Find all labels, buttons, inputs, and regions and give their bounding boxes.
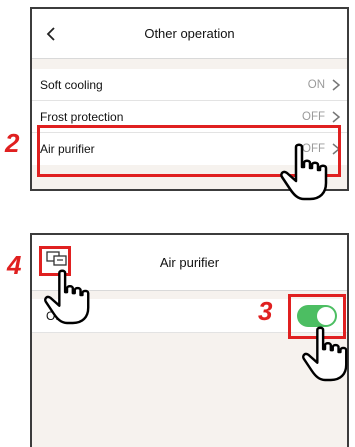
list-item-soft-cooling[interactable]: Soft cooling ON <box>32 69 347 101</box>
pointing-hand-icon <box>280 143 328 201</box>
page-title: Other operation <box>144 26 235 41</box>
step-number-2: 2 <box>5 128 20 158</box>
chevron-right-icon <box>332 111 341 123</box>
pointing-hand-icon <box>44 269 90 325</box>
pointing-hand-icon <box>302 326 348 382</box>
step-number-3: 3 <box>258 296 273 326</box>
screen-header: Other operation <box>32 9 347 59</box>
row-value: ON <box>307 79 325 91</box>
step-number-4: 4 <box>7 250 22 280</box>
row-label: Soft cooling <box>40 78 103 92</box>
chevron-right-icon <box>332 79 341 91</box>
